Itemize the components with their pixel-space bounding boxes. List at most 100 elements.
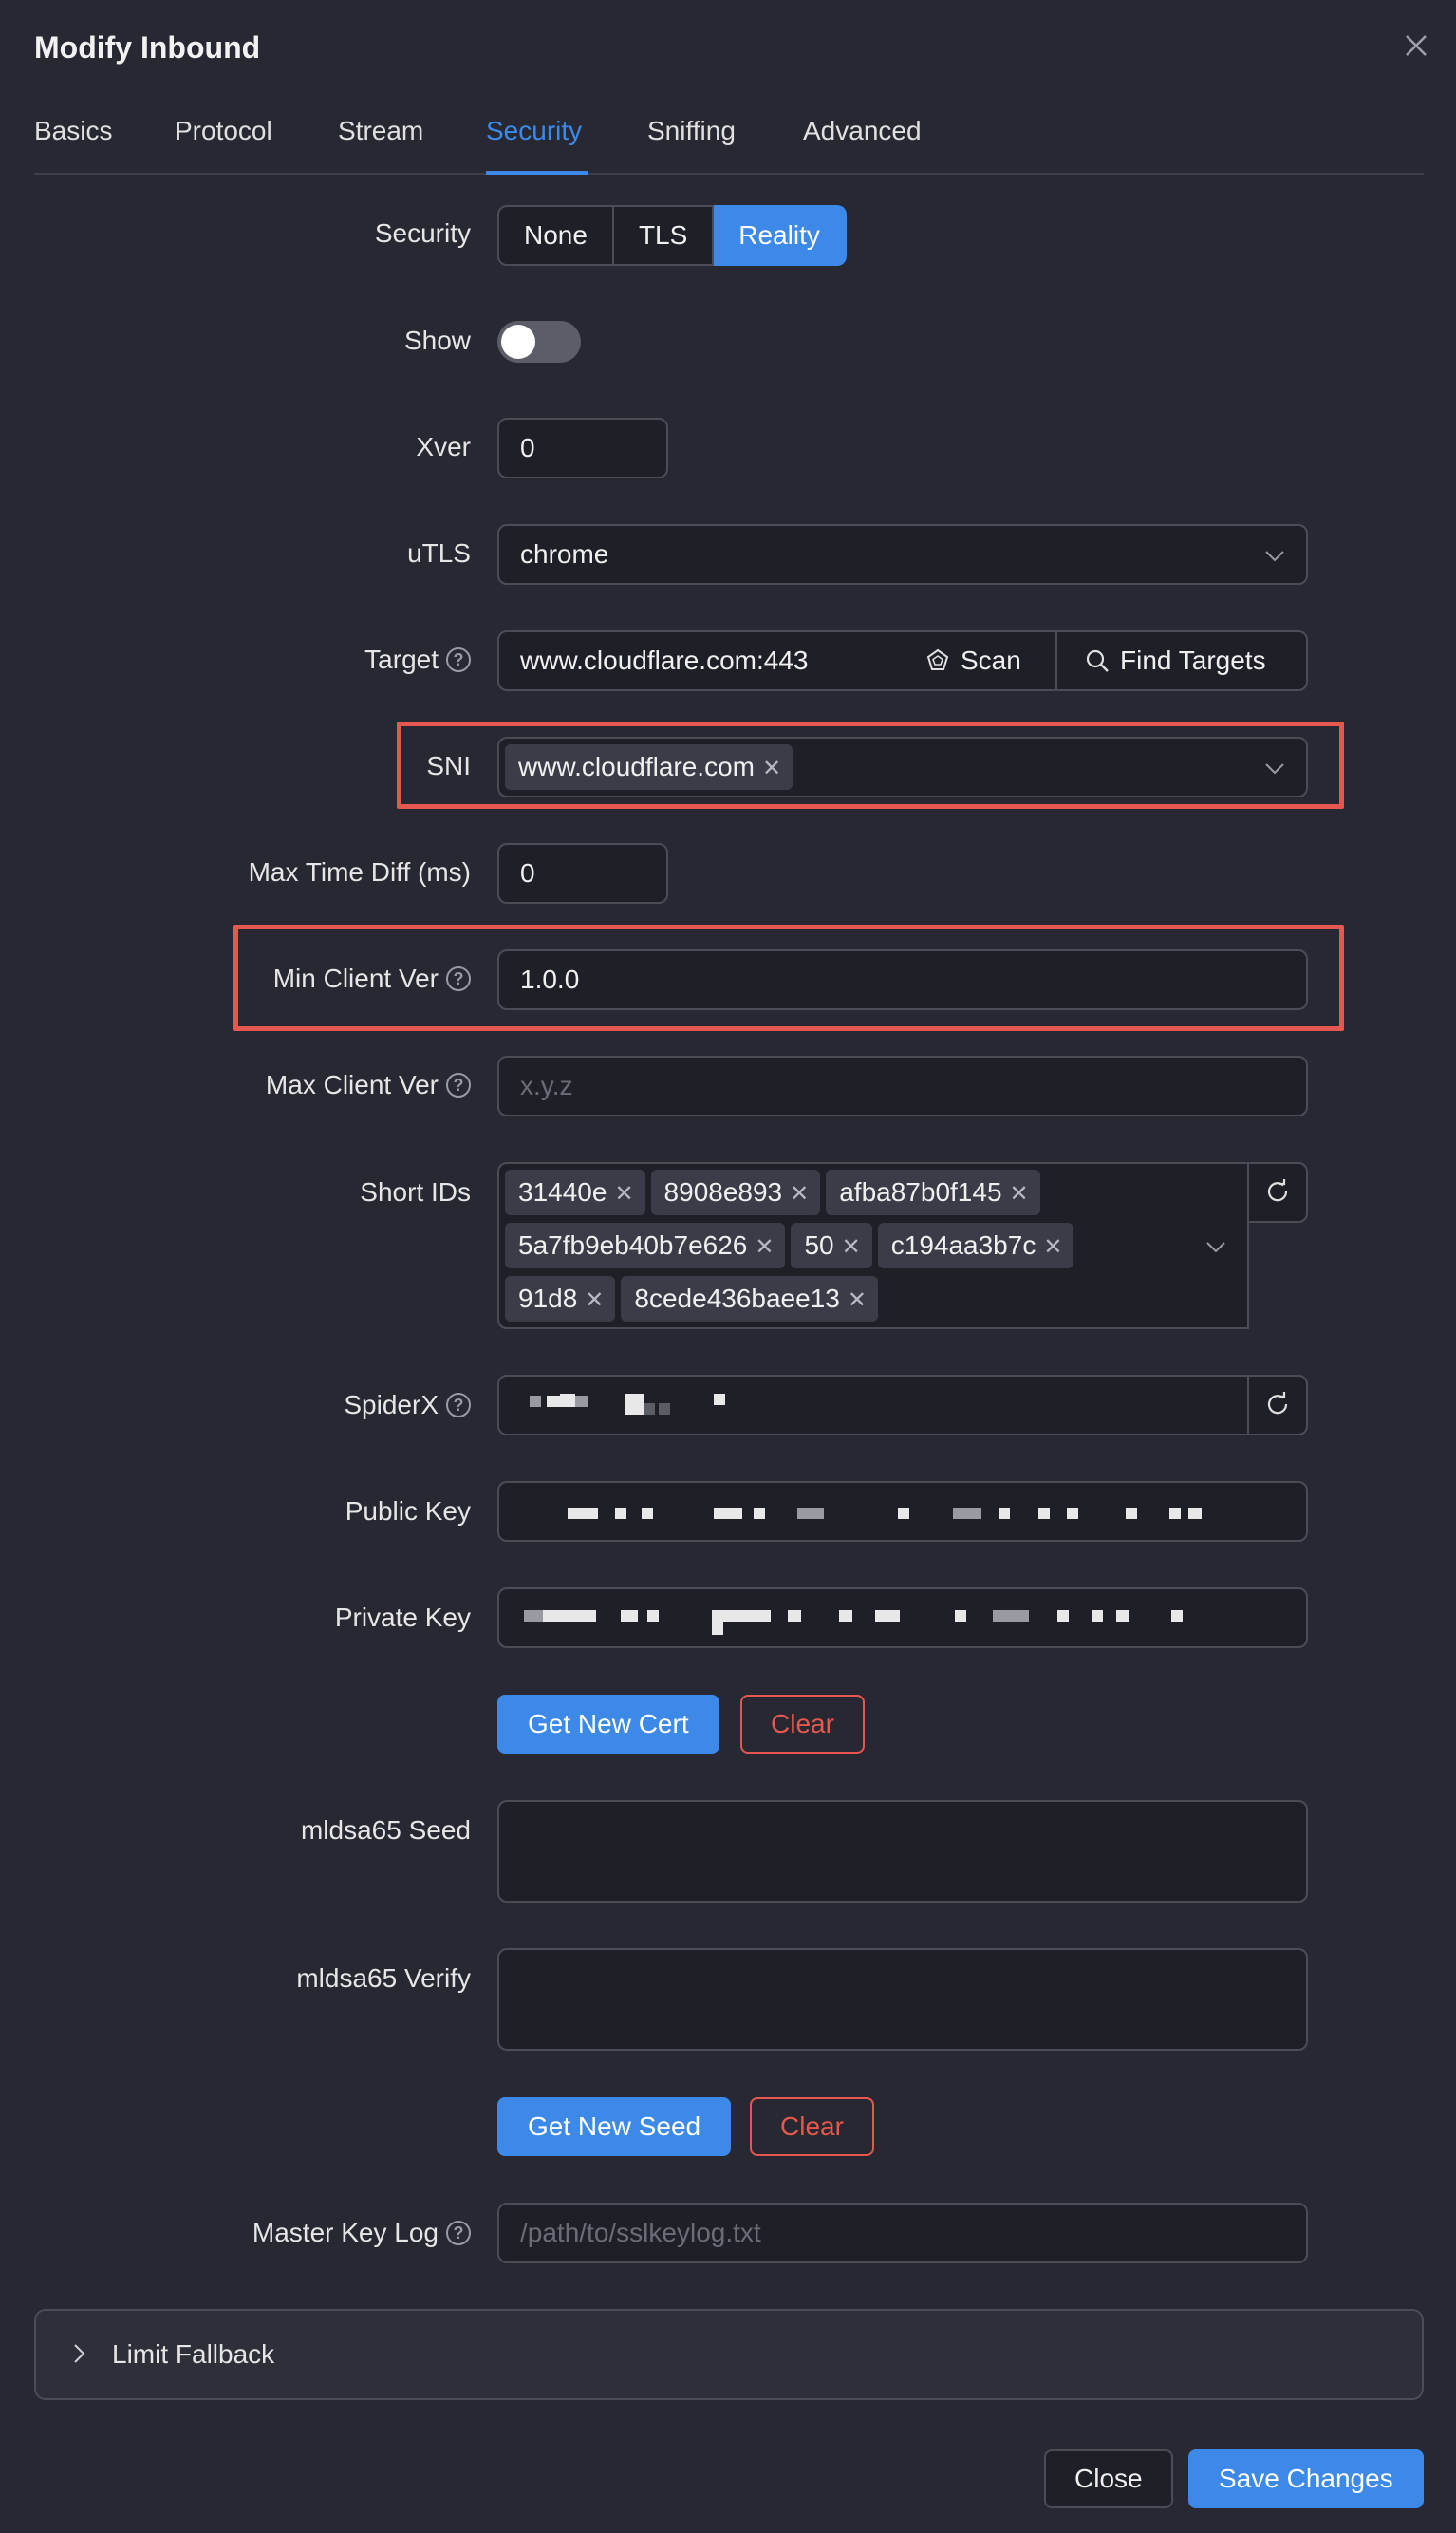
short-id-tag-label: 8908e893 bbox=[663, 1177, 783, 1207]
scan-label: Scan bbox=[961, 646, 1021, 675]
chevron-down-icon bbox=[1265, 763, 1284, 775]
chevron-right-icon bbox=[74, 2344, 85, 2363]
short-id-tag: 8cede436baee13 ✕ bbox=[621, 1276, 878, 1322]
target-label-text: Target bbox=[364, 645, 439, 674]
spiderx-label-text: SpiderX bbox=[344, 1390, 439, 1419]
mldsa65-seed-label: mldsa65 Seed bbox=[300, 1815, 471, 1845]
close-icon[interactable]: ✕ bbox=[842, 1225, 861, 1270]
short-id-tag-label: 8cede436baee13 bbox=[634, 1284, 840, 1313]
short-id-tag-label: afba87b0f145 bbox=[839, 1177, 1002, 1207]
tab-security[interactable]: Security bbox=[486, 116, 582, 146]
public-key-input[interactable] bbox=[497, 1481, 1308, 1542]
short-id-tag-label: c194aa3b7c bbox=[890, 1230, 1036, 1260]
utls-select[interactable]: chrome bbox=[497, 524, 1308, 585]
help-icon[interactable]: ? bbox=[446, 1073, 471, 1098]
short-id-tag-label: 50 bbox=[804, 1230, 834, 1260]
xver-input[interactable]: 0 bbox=[497, 418, 668, 478]
tab-protocol[interactable]: Protocol bbox=[175, 116, 272, 146]
tab-active-indicator bbox=[486, 171, 588, 175]
max-client-ver-label-text: Max Client Ver bbox=[265, 1070, 439, 1099]
short-id-tag: afba87b0f145 ✕ bbox=[826, 1170, 1040, 1217]
min-client-ver-label-text: Min Client Ver bbox=[272, 964, 439, 993]
tab-bar: Basics Protocol Stream Security Sniffing… bbox=[34, 112, 1424, 175]
close-icon[interactable]: ✕ bbox=[762, 746, 781, 792]
close-icon[interactable]: ✕ bbox=[1043, 1225, 1062, 1270]
close-icon[interactable]: ✕ bbox=[848, 1278, 867, 1323]
security-none-button[interactable]: None bbox=[497, 205, 614, 266]
scan-button[interactable]: Scan bbox=[894, 630, 1057, 691]
scan-icon bbox=[926, 648, 949, 670]
max-time-diff-input[interactable]: 0 bbox=[497, 843, 668, 904]
tab-stream[interactable]: Stream bbox=[338, 116, 423, 146]
find-targets-button[interactable]: Find Targets bbox=[1055, 630, 1308, 691]
short-id-tag: 50 ✕ bbox=[791, 1223, 872, 1270]
regenerate-short-ids-button[interactable] bbox=[1247, 1162, 1308, 1223]
mldsa65-verify-textarea[interactable] bbox=[497, 1948, 1308, 2051]
target-label: Target? bbox=[364, 645, 471, 675]
refresh-icon bbox=[1267, 1179, 1288, 1202]
toggle-knob bbox=[501, 325, 535, 359]
sni-label: SNI bbox=[426, 751, 471, 780]
close-icon[interactable]: ✕ bbox=[614, 1172, 633, 1217]
master-key-log-label-text: Master Key Log bbox=[252, 2218, 439, 2247]
regenerate-spiderx-button[interactable] bbox=[1247, 1375, 1308, 1435]
public-key-label: Public Key bbox=[345, 1496, 471, 1526]
close-icon[interactable]: ✕ bbox=[755, 1225, 774, 1270]
max-client-ver-label: Max Client Ver? bbox=[266, 1070, 471, 1100]
mldsa65-seed-textarea[interactable] bbox=[497, 1800, 1308, 1903]
security-reality-button[interactable]: Reality bbox=[714, 205, 847, 266]
close-button[interactable]: Close bbox=[1044, 2449, 1173, 2508]
close-icon[interactable]: ✕ bbox=[1010, 1172, 1029, 1217]
utls-value: chrome bbox=[520, 539, 609, 569]
get-new-cert-button[interactable]: Get New Cert bbox=[497, 1695, 719, 1754]
close-icon[interactable] bbox=[1397, 27, 1435, 65]
limit-fallback-panel[interactable]: Limit Fallback bbox=[34, 2309, 1424, 2400]
max-client-ver-input[interactable]: x.y.z bbox=[497, 1056, 1308, 1116]
modal-title: Modify Inbound bbox=[34, 30, 261, 65]
save-changes-button[interactable]: Save Changes bbox=[1188, 2449, 1424, 2508]
tab-basics[interactable]: Basics bbox=[34, 116, 112, 146]
short-id-tag: 91d8 ✕ bbox=[505, 1276, 616, 1323]
limit-fallback-label: Limit Fallback bbox=[112, 2339, 275, 2369]
sni-tag: www.cloudflare.com ✕ bbox=[505, 744, 793, 790]
mldsa65-verify-label: mldsa65 Verify bbox=[296, 1963, 471, 1993]
find-targets-label: Find Targets bbox=[1120, 646, 1266, 675]
refresh-icon bbox=[1267, 1392, 1288, 1415]
security-label: Security bbox=[374, 218, 471, 248]
short-id-tag-label: 91d8 bbox=[518, 1284, 578, 1313]
show-label: Show bbox=[403, 326, 471, 355]
modify-inbound-modal: Modify Inbound Basics Protocol Stream Se… bbox=[0, 0, 1456, 2533]
spiderx-input[interactable] bbox=[497, 1375, 1249, 1435]
get-new-seed-button[interactable]: Get New Seed bbox=[497, 2097, 732, 2156]
short-id-tag: 8908e893 ✕ bbox=[650, 1170, 821, 1217]
short-id-tag-label: 31440e bbox=[518, 1177, 607, 1207]
private-key-label: Private Key bbox=[334, 1603, 471, 1632]
security-selector: None TLS Reality bbox=[497, 205, 847, 266]
short-id-tag: 31440e ✕ bbox=[505, 1170, 645, 1215]
tab-sniffing[interactable]: Sniffing bbox=[647, 116, 736, 146]
chevron-down-icon bbox=[1265, 551, 1284, 562]
clear-seed-button[interactable]: Clear bbox=[750, 2097, 874, 2156]
target-input[interactable]: www.cloudflare.com:443 bbox=[497, 630, 896, 691]
min-client-ver-label: Min Client Ver? bbox=[273, 964, 471, 994]
help-icon[interactable]: ? bbox=[446, 647, 471, 672]
show-toggle[interactable] bbox=[497, 321, 581, 363]
short-id-tag: c194aa3b7c ✕ bbox=[877, 1223, 1074, 1270]
sni-tag-label: www.cloudflare.com bbox=[518, 752, 755, 781]
security-tls-button[interactable]: TLS bbox=[613, 205, 715, 266]
master-key-log-input[interactable]: /path/to/sslkeylog.txt bbox=[497, 2203, 1308, 2263]
help-icon[interactable]: ? bbox=[446, 2221, 471, 2245]
max-time-diff-label: Max Time Diff (ms) bbox=[248, 857, 471, 887]
clear-cert-button[interactable]: Clear bbox=[740, 1695, 865, 1754]
sni-select[interactable]: www.cloudflare.com ✕ bbox=[497, 737, 1308, 797]
close-icon[interactable]: ✕ bbox=[790, 1172, 809, 1217]
chevron-down-icon bbox=[1206, 1242, 1225, 1253]
min-client-ver-input[interactable]: 1.0.0 bbox=[497, 949, 1308, 1010]
help-icon[interactable]: ? bbox=[446, 966, 471, 991]
short-ids-select[interactable]: 31440e ✕ 8908e893 ✕ afba87b0f145 ✕ 5a7fb9eb40b… bbox=[497, 1162, 1249, 1329]
spiderx-label: SpiderX? bbox=[344, 1390, 471, 1420]
help-icon[interactable]: ? bbox=[446, 1393, 471, 1417]
tab-advanced[interactable]: Advanced bbox=[803, 116, 922, 146]
close-icon[interactable]: ✕ bbox=[585, 1278, 604, 1323]
private-key-input[interactable] bbox=[497, 1587, 1308, 1648]
